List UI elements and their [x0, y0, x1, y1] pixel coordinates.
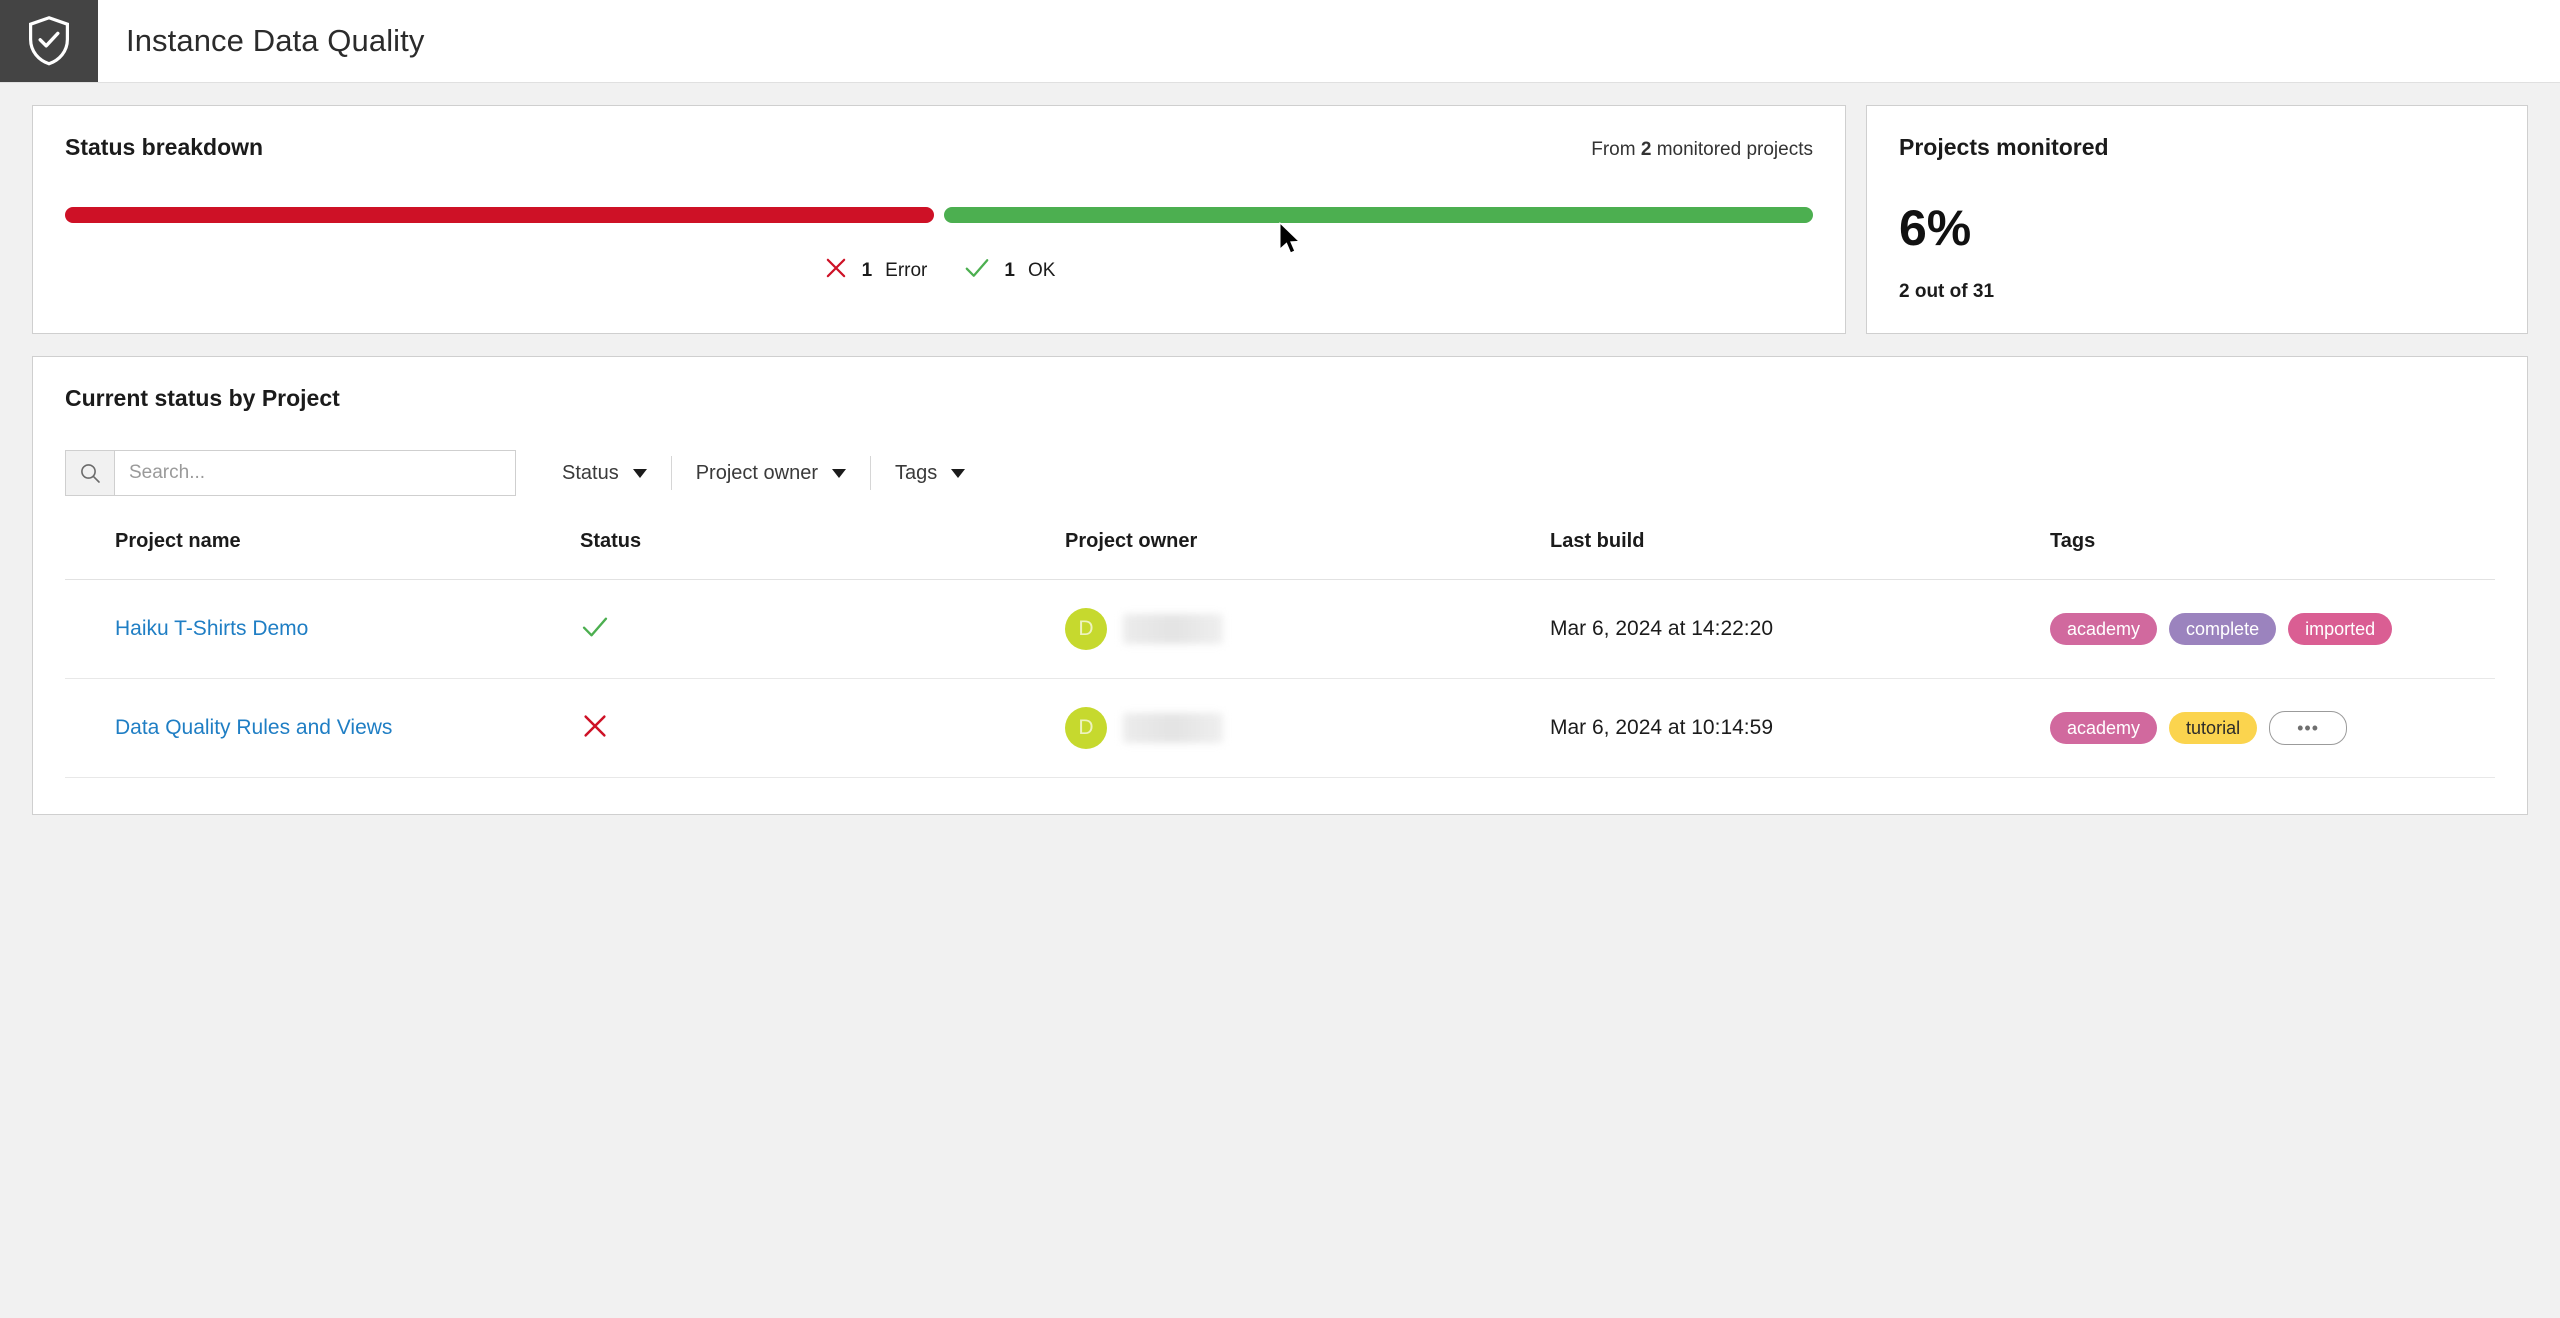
- avatar: D: [1065, 707, 1107, 749]
- status-breakdown-header: Status breakdown From 2 monitored projec…: [65, 134, 1813, 161]
- legend-ok-label: OK: [1027, 259, 1056, 281]
- projects-table-body: Haiku T-Shirts Demo D Mar 6, 2024 at 14:…: [65, 579, 2495, 778]
- owner-name-redacted: [1123, 713, 1223, 743]
- cell-last-build: Mar 6, 2024 at 14:22:20: [1550, 579, 2050, 679]
- last-build-date: Mar 6, 2024 at 14:22:20: [1550, 617, 1773, 640]
- monitored-projects-note: From 2 monitored projects: [1591, 139, 1813, 161]
- cell-last-build: Mar 6, 2024 at 10:14:59: [1550, 678, 2050, 778]
- tag-imported[interactable]: imported: [2288, 613, 2393, 645]
- owner-name-redacted: [1123, 614, 1223, 644]
- projects-table-head: Project name Status Project owner Last b…: [65, 530, 2495, 580]
- cell-project-name: Haiku T-Shirts Demo: [65, 579, 580, 679]
- main-content: Status breakdown From 2 monitored projec…: [0, 83, 2560, 815]
- filter-group: Status Project owner Tags: [538, 456, 989, 490]
- legend-ok-count: 1: [1004, 259, 1015, 281]
- status-legend: 1 Error 1 OK: [65, 255, 1813, 286]
- current-status-title: Current status by Project: [65, 385, 340, 411]
- chevron-down-icon: [831, 468, 846, 478]
- projects-monitored-sub: 2 out of 31: [1899, 281, 1995, 302]
- filter-status-label: Status: [562, 461, 619, 484]
- projects-monitored-title: Projects monitored: [1899, 134, 2109, 160]
- status-bar-ok-segment[interactable]: [944, 207, 1813, 223]
- column-header-project-owner[interactable]: Project owner: [1065, 530, 1550, 580]
- cell-project-name: Data Quality Rules and Views: [65, 678, 580, 778]
- table-row: Haiku T-Shirts Demo D Mar 6, 2024 at 14:…: [65, 579, 2495, 679]
- project-link[interactable]: Data Quality Rules and Views: [115, 716, 392, 739]
- legend-item-ok: 1 OK: [963, 255, 1055, 286]
- projects-monitored-card: Projects monitored 6% 2 out of 31: [1866, 105, 2528, 334]
- table-header-row: Project name Status Project owner Last b…: [65, 530, 2495, 580]
- search-icon: [66, 451, 115, 495]
- shield-check-icon: [25, 15, 73, 67]
- table-toolbar: Status Project owner Tags: [65, 450, 2495, 496]
- current-status-card: Current status by Project Status Projec: [32, 356, 2528, 815]
- top-bar: Instance Data Quality: [0, 0, 2560, 83]
- check-mark-icon: [963, 255, 991, 286]
- tags-list: academy tutorial •••: [2050, 711, 2495, 745]
- table-row: Data Quality Rules and Views D Mar 6, 20…: [65, 678, 2495, 778]
- app-logo[interactable]: [0, 0, 98, 82]
- column-header-last-build[interactable]: Last build: [1550, 530, 2050, 580]
- status-breakdown-card: Status breakdown From 2 monitored projec…: [32, 105, 1846, 334]
- note-value: 2: [1640, 139, 1652, 160]
- x-mark-icon: [823, 255, 849, 286]
- note-prefix: From: [1591, 139, 1641, 160]
- tags-list: academy complete imported: [2050, 613, 2495, 645]
- more-tags-button[interactable]: •••: [2269, 711, 2348, 745]
- chevron-down-icon: [951, 468, 966, 478]
- summary-row: Status breakdown From 2 monitored projec…: [32, 105, 2528, 334]
- column-header-project-name[interactable]: Project name: [65, 530, 580, 580]
- project-link[interactable]: Haiku T-Shirts Demo: [115, 617, 308, 640]
- search-input[interactable]: [115, 451, 515, 495]
- avatar: D: [1065, 608, 1107, 650]
- projects-monitored-percent: 6%: [1899, 200, 1972, 256]
- legend-item-error: 1 Error: [823, 255, 928, 286]
- last-build-date: Mar 6, 2024 at 10:14:59: [1550, 716, 1773, 739]
- owner-cell: D: [1065, 707, 1550, 749]
- search-box[interactable]: [65, 450, 516, 496]
- cell-status: [580, 678, 1065, 778]
- projects-table: Project name Status Project owner Last b…: [65, 530, 2495, 778]
- filter-status[interactable]: Status: [538, 456, 671, 490]
- status-bar: [65, 207, 1813, 223]
- cell-tags: academy tutorial •••: [2050, 678, 2495, 778]
- cell-tags: academy complete imported: [2050, 579, 2495, 679]
- status-bar-error-segment[interactable]: [65, 207, 934, 223]
- cell-project-owner: D: [1065, 579, 1550, 679]
- status-breakdown-title: Status breakdown: [65, 134, 264, 160]
- tag-academy[interactable]: academy: [2050, 613, 2158, 645]
- filter-project-owner[interactable]: Project owner: [670, 456, 870, 490]
- legend-error-label: Error: [885, 259, 928, 281]
- tag-tutorial[interactable]: tutorial: [2169, 712, 2258, 744]
- x-mark-icon: [580, 714, 610, 745]
- filter-tags-label: Tags: [894, 461, 938, 484]
- filter-tags[interactable]: Tags: [869, 456, 989, 490]
- column-header-tags[interactable]: Tags: [2050, 530, 2495, 580]
- cell-status: [580, 579, 1065, 679]
- chevron-down-icon: [632, 468, 647, 478]
- column-header-status[interactable]: Status: [580, 530, 1065, 580]
- filter-project-owner-label: Project owner: [695, 461, 818, 484]
- page-title: Instance Data Quality: [126, 23, 425, 58]
- cell-project-owner: D: [1065, 678, 1550, 778]
- owner-cell: D: [1065, 608, 1550, 650]
- note-suffix: monitored projects: [1651, 139, 1813, 160]
- tag-academy[interactable]: academy: [2050, 712, 2158, 744]
- check-mark-icon: [580, 617, 610, 645]
- legend-error-count: 1: [861, 259, 873, 281]
- tag-complete[interactable]: complete: [2169, 613, 2277, 645]
